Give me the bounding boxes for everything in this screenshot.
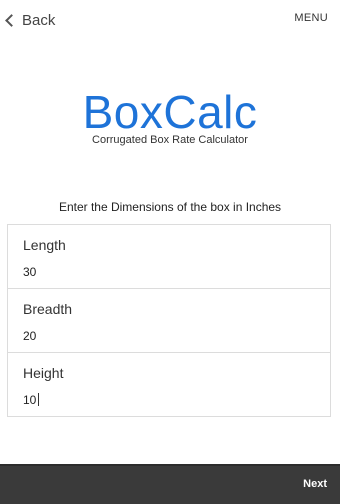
breadth-field[interactable]: Breadth xyxy=(8,289,330,353)
height-field[interactable]: Height xyxy=(8,353,330,417)
bottom-bar: Next xyxy=(0,464,340,504)
app-subtitle: Corrugated Box Rate Calculator xyxy=(92,134,248,146)
breadth-label: Breadth xyxy=(23,301,73,317)
brand: BoxCalc Corrugated Box Rate Calculator xyxy=(0,86,340,146)
screen: Back MENU BoxCalc Corrugated Box Rate Ca… xyxy=(0,0,340,504)
app-title: BoxCalc xyxy=(82,86,258,138)
length-field[interactable]: Length xyxy=(8,225,330,289)
top-bar: Back MENU xyxy=(0,0,340,40)
height-input[interactable] xyxy=(23,391,303,409)
back-button[interactable]: Back xyxy=(4,9,55,31)
length-label: Length xyxy=(23,237,66,253)
breadth-input[interactable] xyxy=(23,327,303,345)
back-label: Back xyxy=(22,11,56,29)
chevron-left-icon xyxy=(5,13,18,27)
dimensions-form: Length Breadth Height xyxy=(7,224,331,417)
text-cursor xyxy=(38,393,39,406)
length-input[interactable] xyxy=(23,263,303,281)
instruction-text: Enter the Dimensions of the box in Inche… xyxy=(58,200,282,214)
menu-button[interactable]: MENU xyxy=(294,12,328,24)
height-label: Height xyxy=(23,365,64,381)
next-button[interactable]: Next xyxy=(303,478,327,490)
